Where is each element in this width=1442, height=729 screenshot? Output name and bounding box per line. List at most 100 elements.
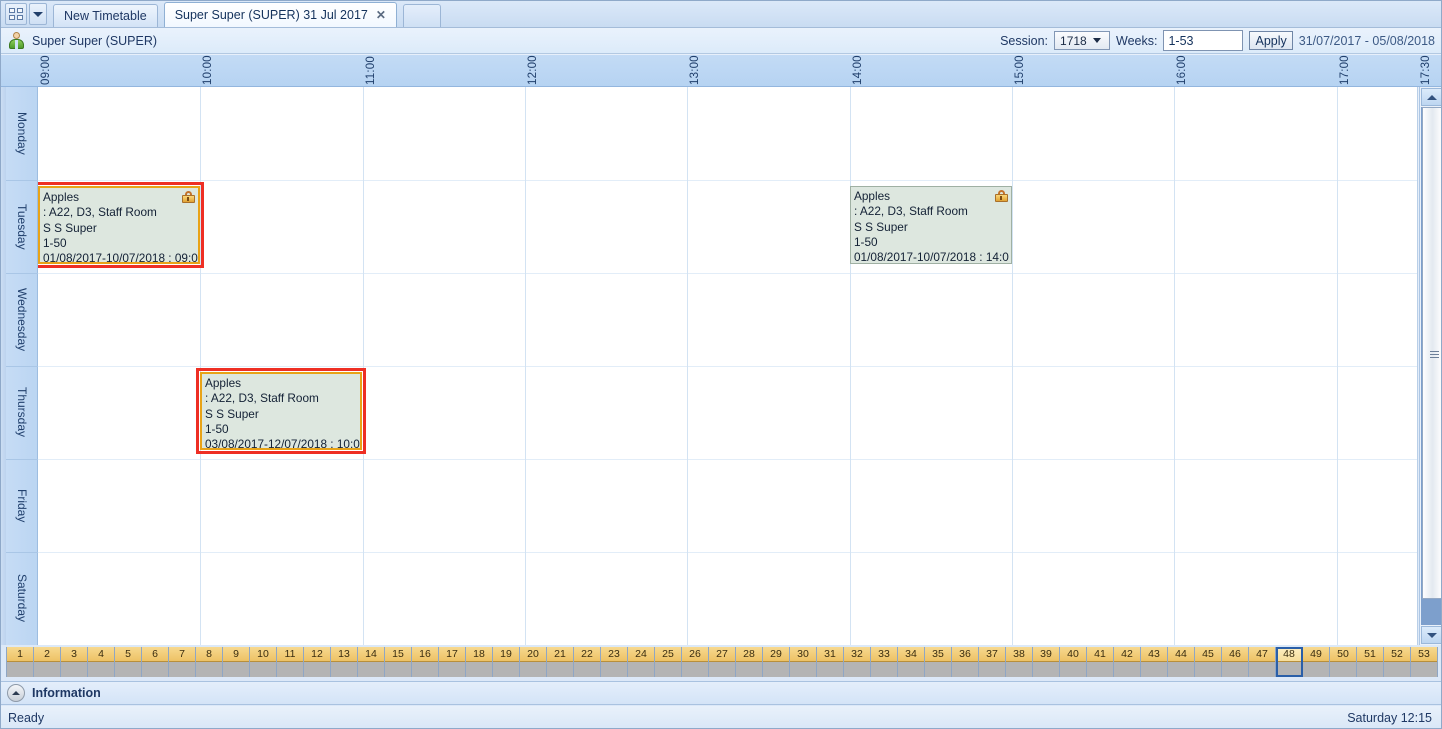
week-body[interactable]: [196, 662, 222, 677]
week-cell-5[interactable]: 5: [115, 647, 142, 677]
week-body[interactable]: [628, 662, 654, 677]
week-cell-33[interactable]: 33: [871, 647, 898, 677]
week-cell-52[interactable]: 52: [1384, 647, 1411, 677]
apply-button[interactable]: Apply: [1249, 31, 1293, 50]
chevron-up-icon[interactable]: [7, 684, 25, 702]
week-body[interactable]: [223, 662, 249, 677]
week-cell-13[interactable]: 13: [331, 647, 358, 677]
week-body[interactable]: [1357, 662, 1383, 677]
week-cell-8[interactable]: 8: [196, 647, 223, 677]
week-body[interactable]: [1222, 662, 1248, 677]
week-body[interactable]: [871, 662, 897, 677]
week-cell-18[interactable]: 18: [466, 647, 493, 677]
tab-empty-slot[interactable]: [402, 4, 441, 27]
week-cell-37[interactable]: 37: [979, 647, 1006, 677]
week-body[interactable]: [844, 662, 870, 677]
week-cell-11[interactable]: 11: [277, 647, 304, 677]
week-body[interactable]: [115, 662, 141, 677]
week-cell-4[interactable]: 4: [88, 647, 115, 677]
close-icon[interactable]: ✕: [376, 8, 386, 22]
week-cell-25[interactable]: 25: [655, 647, 682, 677]
week-cell-12[interactable]: 12: [304, 647, 331, 677]
week-body[interactable]: [169, 662, 195, 677]
week-body[interactable]: [601, 662, 627, 677]
week-body[interactable]: [385, 662, 411, 677]
week-number-strip[interactable]: 1 2 3 4 5 6 7 8 9 10 11 12 13 14 15 16 17 18 19 20 21 22 23 24 2…: [6, 647, 1438, 677]
week-cell-45[interactable]: 45: [1195, 647, 1222, 677]
week-cell-29[interactable]: 29: [763, 647, 790, 677]
week-body[interactable]: [1303, 662, 1329, 677]
week-cell-42[interactable]: 42: [1114, 647, 1141, 677]
timetable-canvas[interactable]: Apples: A22, D3, Staff Room S S Super 1-50…: [38, 87, 1418, 645]
week-body[interactable]: [1141, 662, 1167, 677]
week-cell-19[interactable]: 19: [493, 647, 520, 677]
week-cell-16[interactable]: 16: [412, 647, 439, 677]
scrollbar-track[interactable]: [1421, 107, 1442, 625]
event-ev-thu-morning[interactable]: Apples: A22, D3, Staff Room S S Super 1-50…: [200, 372, 362, 450]
week-cell-47[interactable]: 47: [1249, 647, 1276, 677]
event-ev-tue-afternoon[interactable]: Apples: A22, D3, Staff Room S S Super 1-50…: [850, 186, 1012, 264]
week-cell-27[interactable]: 27: [709, 647, 736, 677]
week-cell-43[interactable]: 43: [1141, 647, 1168, 677]
week-body[interactable]: [7, 662, 33, 677]
scrollbar-thumb[interactable]: [1422, 107, 1442, 599]
week-body[interactable]: [709, 662, 735, 677]
week-cell-51[interactable]: 51: [1357, 647, 1384, 677]
vertical-scrollbar[interactable]: [1419, 87, 1442, 645]
tab-list-dropdown-button[interactable]: [29, 3, 47, 25]
week-cell-10[interactable]: 10: [250, 647, 277, 677]
week-body[interactable]: [547, 662, 573, 677]
week-cell-39[interactable]: 39: [1033, 647, 1060, 677]
week-body[interactable]: [736, 662, 762, 677]
week-body[interactable]: [682, 662, 708, 677]
week-body[interactable]: [439, 662, 465, 677]
week-cell-36[interactable]: 36: [952, 647, 979, 677]
week-cell-48[interactable]: 48: [1276, 647, 1303, 677]
week-cell-30[interactable]: 30: [790, 647, 817, 677]
week-cell-53[interactable]: 53: [1411, 647, 1438, 677]
week-body[interactable]: [655, 662, 681, 677]
week-cell-38[interactable]: 38: [1006, 647, 1033, 677]
week-cell-32[interactable]: 32: [844, 647, 871, 677]
week-cell-49[interactable]: 49: [1303, 647, 1330, 677]
week-body[interactable]: [34, 662, 60, 677]
weeks-input[interactable]: [1163, 30, 1244, 51]
week-cell-26[interactable]: 26: [682, 647, 709, 677]
week-body[interactable]: [1276, 662, 1302, 677]
week-body[interactable]: [493, 662, 519, 677]
week-body[interactable]: [88, 662, 114, 677]
week-body[interactable]: [1330, 662, 1356, 677]
week-cell-14[interactable]: 14: [358, 647, 385, 677]
session-select[interactable]: 1718: [1054, 31, 1111, 50]
week-cell-15[interactable]: 15: [385, 647, 412, 677]
week-cell-24[interactable]: 24: [628, 647, 655, 677]
week-cell-31[interactable]: 31: [817, 647, 844, 677]
week-cell-22[interactable]: 22: [574, 647, 601, 677]
week-cell-34[interactable]: 34: [898, 647, 925, 677]
week-cell-50[interactable]: 50: [1330, 647, 1357, 677]
event-ev-tue-morning[interactable]: Apples: A22, D3, Staff Room S S Super 1-50…: [38, 186, 200, 264]
week-body[interactable]: [1087, 662, 1113, 677]
scroll-up-arrow-icon[interactable]: [1421, 88, 1442, 106]
week-cell-21[interactable]: 21: [547, 647, 574, 677]
week-body[interactable]: [412, 662, 438, 677]
week-body[interactable]: [1060, 662, 1086, 677]
week-cell-41[interactable]: 41: [1087, 647, 1114, 677]
week-body[interactable]: [304, 662, 330, 677]
week-body[interactable]: [466, 662, 492, 677]
week-body[interactable]: [817, 662, 843, 677]
information-pane-header[interactable]: Information: [0, 681, 1442, 705]
week-cell-40[interactable]: 40: [1060, 647, 1087, 677]
week-body[interactable]: [250, 662, 276, 677]
week-cell-7[interactable]: 7: [169, 647, 196, 677]
week-cell-3[interactable]: 3: [61, 647, 88, 677]
week-cell-9[interactable]: 9: [223, 647, 250, 677]
tab-super-super[interactable]: Super Super (SUPER) 31 Jul 2017 ✕: [163, 2, 397, 27]
week-cell-23[interactable]: 23: [601, 647, 628, 677]
week-body[interactable]: [142, 662, 168, 677]
week-cell-1[interactable]: 1: [6, 647, 34, 677]
week-body[interactable]: [763, 662, 789, 677]
week-body[interactable]: [331, 662, 357, 677]
week-body[interactable]: [952, 662, 978, 677]
week-cell-17[interactable]: 17: [439, 647, 466, 677]
